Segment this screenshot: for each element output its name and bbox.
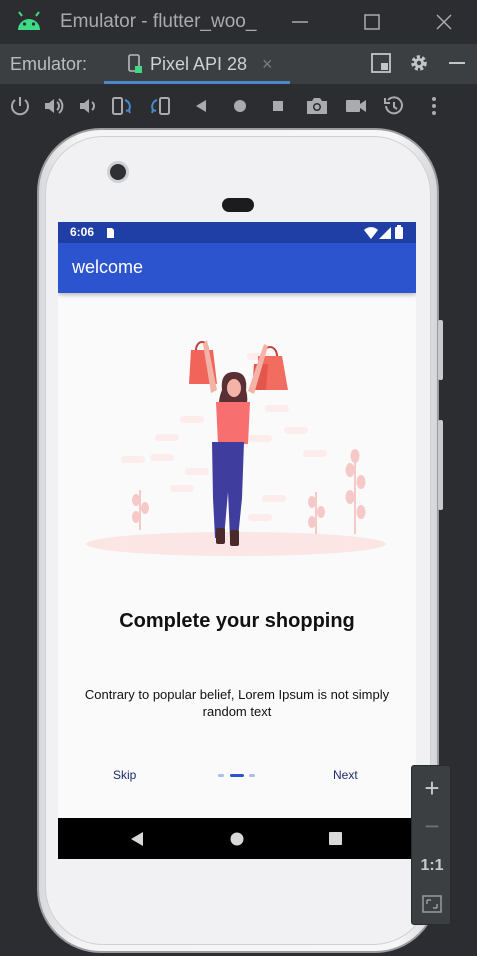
earpiece-speaker: [222, 198, 254, 212]
window-title: Emulator - flutter_woo_: [60, 11, 257, 32]
emulator-label: Emulator:: [10, 54, 88, 74]
home-icon[interactable]: [228, 94, 252, 118]
battery-icon: [395, 225, 403, 244]
zoom-out-button[interactable]: −: [412, 808, 452, 844]
volume-up-icon[interactable]: [42, 94, 66, 118]
maximize-icon: [364, 14, 380, 30]
window-title-bar: Emulator - flutter_woo_: [0, 0, 477, 44]
device-screen[interactable]: 6:06 welcome Complete your shopping Cont…: [58, 222, 416, 859]
hide-panel-icon[interactable]: [446, 52, 472, 76]
zoom-panel: + − 1:1: [411, 765, 451, 925]
app-bar: welcome: [58, 243, 416, 293]
skip-button[interactable]: Skip: [113, 768, 136, 782]
more-icon[interactable]: [422, 94, 446, 118]
fit-screen-icon: [422, 895, 442, 913]
rotate-left-icon[interactable]: [110, 94, 134, 118]
emulator-tab-bar: Emulator: Pixel API 28 ×: [0, 44, 477, 84]
close-icon: [436, 14, 452, 30]
signal-icon: [379, 226, 391, 244]
shopping-woman-illustration: [58, 302, 416, 602]
device-icon: [126, 54, 144, 79]
next-button[interactable]: Next: [333, 768, 358, 782]
wifi-icon: [364, 226, 378, 244]
app-bar-title: welcome: [72, 257, 144, 277]
zoom-fit-button[interactable]: [412, 886, 452, 922]
page-indicator-dot: [218, 774, 224, 777]
volume-down-icon[interactable]: [76, 94, 100, 118]
zoom-in-button[interactable]: +: [412, 770, 452, 806]
page-indicator-dot: [249, 774, 255, 777]
tab-pixel-api-28[interactable]: Pixel API 28 ×: [104, 44, 290, 84]
maximize-button[interactable]: [352, 6, 392, 38]
android-icon: [16, 10, 42, 37]
sd-card-icon: [105, 226, 115, 244]
back-icon[interactable]: [190, 94, 214, 118]
minimize-icon: [292, 21, 308, 23]
screen-record-icon[interactable]: [344, 94, 368, 118]
nav-home-icon[interactable]: [226, 828, 248, 850]
tab-close-icon[interactable]: ×: [262, 54, 273, 75]
screenshot-icon[interactable]: [305, 94, 329, 118]
status-time: 6:06: [70, 225, 95, 239]
android-nav-bar: [58, 818, 416, 859]
android-status-bar: 6:06: [58, 222, 416, 243]
tab-label: Pixel API 28: [150, 54, 248, 74]
device-power-key: [438, 320, 443, 380]
window-mode-icon[interactable]: [370, 52, 396, 76]
emulator-toolbar: [0, 84, 477, 128]
gear-icon[interactable]: [408, 52, 434, 76]
minimize-button[interactable]: [280, 6, 320, 38]
close-button[interactable]: [424, 6, 464, 38]
nav-back-icon[interactable]: [126, 828, 148, 850]
rotate-right-icon[interactable]: [148, 94, 172, 118]
nav-overview-icon[interactable]: [325, 828, 347, 850]
onboarding-body: Contrary to popular belief, Lorem Ipsum …: [84, 687, 390, 719]
onboarding-headline: Complete your shopping: [119, 610, 355, 632]
page-indicator-dot-active: [230, 774, 244, 777]
front-camera: [107, 161, 129, 183]
zoom-actual-size-button[interactable]: 1:1: [412, 848, 452, 884]
snapshot-icon[interactable]: [382, 94, 406, 118]
device-volume-key: [438, 420, 443, 510]
power-icon[interactable]: [8, 94, 32, 118]
overview-icon[interactable]: [266, 94, 290, 118]
